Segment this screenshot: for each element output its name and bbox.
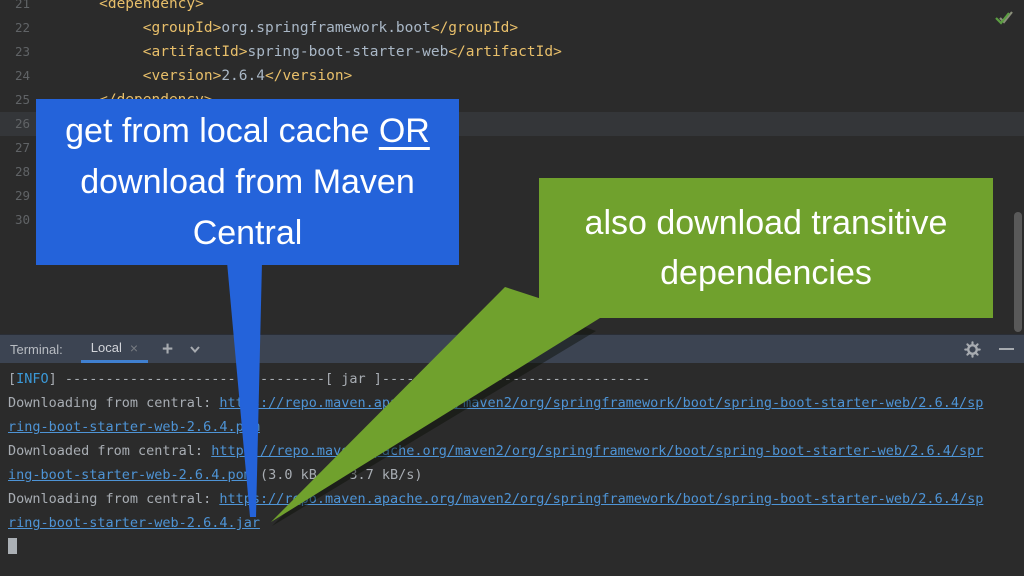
- code-text: <artifactId>spring-boot-starter-web</art…: [30, 40, 562, 64]
- terminal-line: [8, 535, 1024, 559]
- green-callout-line1: also download transitive: [585, 198, 948, 248]
- blue-callout-line3: Central: [193, 208, 303, 259]
- terminal-link[interactable]: https://repo.maven.apache.org/maven2/org…: [219, 491, 983, 507]
- terminal-link[interactable]: ing-boot-starter-web-2.6.4.pom: [8, 467, 252, 483]
- terminal-link[interactable]: https://repo.maven.apache.org/maven2/org…: [211, 443, 983, 459]
- terminal-line: ring-boot-starter-web-2.6.4.pom: [8, 415, 1024, 439]
- chevron-down-icon[interactable]: [187, 341, 203, 357]
- line-number: 21: [0, 0, 30, 16]
- ide-window: 21 <dependency>22 <groupId>org.springfra…: [0, 0, 1024, 576]
- terminal-header: Terminal: Local × +: [0, 334, 1024, 363]
- terminal-tab-local[interactable]: Local ×: [81, 335, 148, 363]
- line-number: 22: [0, 16, 30, 40]
- terminal-text: [: [8, 371, 16, 387]
- line-number: 27: [0, 136, 30, 160]
- line-number: 30: [0, 208, 30, 232]
- terminal-label: Terminal:: [10, 342, 63, 357]
- terminal-settings-gear-icon[interactable]: [964, 341, 981, 358]
- blue-callout: get from local cache OR download from Ma…: [36, 99, 459, 265]
- underlined-or: OR: [379, 112, 430, 150]
- terminal-text: Downloading from central:: [8, 395, 219, 411]
- terminal-text: Downloading from central:: [8, 491, 219, 507]
- terminal-link[interactable]: https://repo.maven.apache.org/maven2/org…: [219, 395, 983, 411]
- terminal-link[interactable]: ring-boot-starter-web-2.6.4.jar: [8, 515, 260, 531]
- terminal-text: Downloaded from central:: [8, 443, 211, 459]
- code-text: <groupId>org.springframework.boot</group…: [30, 16, 518, 40]
- terminal-line: [INFO] --------------------------------[…: [8, 367, 1024, 391]
- editor-line[interactable]: 23 <artifactId>spring-boot-starter-web</…: [0, 40, 1024, 64]
- terminal-output[interactable]: [INFO] --------------------------------[…: [0, 363, 1024, 559]
- terminal-line: ring-boot-starter-web-2.6.4.jar: [8, 511, 1024, 535]
- terminal-line: Downloading from central: https://repo.m…: [8, 391, 1024, 415]
- editor-line[interactable]: 22 <groupId>org.springframework.boot</gr…: [0, 16, 1024, 40]
- line-number: 26: [0, 112, 30, 136]
- editor-scrollbar-thumb[interactable]: [1014, 212, 1022, 332]
- blue-callout-line1: get from local cache OR: [65, 106, 430, 157]
- terminal-text: (3.0 kB at 3.7 kB/s): [252, 467, 423, 483]
- green-callout-line2: dependencies: [660, 248, 872, 298]
- terminal-text: ] --------------------------------[ jar …: [49, 371, 650, 387]
- terminal-line: Downloaded from central: https://repo.ma…: [8, 439, 1024, 463]
- line-number: 24: [0, 64, 30, 88]
- editor-line[interactable]: 21 <dependency>: [0, 0, 1024, 16]
- terminal-line: ing-boot-starter-web-2.6.4.pom (3.0 kB a…: [8, 463, 1024, 487]
- terminal-cursor: [8, 538, 17, 554]
- terminal-link[interactable]: ring-boot-starter-web-2.6.4.pom: [8, 419, 260, 435]
- code-text: <dependency>: [30, 0, 204, 16]
- green-callout: also download transitive dependencies: [539, 178, 993, 318]
- blue-callout-line2: download from Maven: [80, 157, 415, 208]
- terminal-text: INFO: [16, 371, 49, 387]
- terminal-line: Downloading from central: https://repo.m…: [8, 487, 1024, 511]
- line-number: 28: [0, 160, 30, 184]
- inspections-ok-icon[interactable]: [992, 8, 1014, 28]
- new-terminal-button[interactable]: +: [162, 340, 173, 359]
- terminal-tab-label: Local: [91, 340, 122, 355]
- line-number: 23: [0, 40, 30, 64]
- code-text: <version>2.6.4</version>: [30, 64, 352, 88]
- editor-line[interactable]: 24 <version>2.6.4</version>: [0, 64, 1024, 88]
- line-number: 29: [0, 184, 30, 208]
- line-number: 25: [0, 88, 30, 112]
- terminal-minimize-icon[interactable]: [999, 348, 1014, 350]
- tab-close-icon[interactable]: ×: [130, 340, 138, 356]
- terminal-panel: Terminal: Local × +: [0, 334, 1024, 576]
